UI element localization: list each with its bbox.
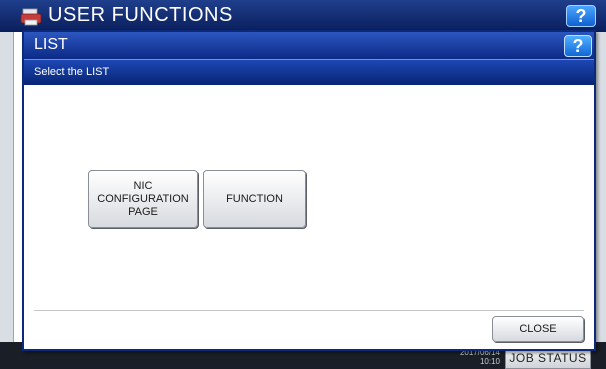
function-button[interactable]: FUNCTION	[203, 170, 306, 228]
background-help-button[interactable]: ?	[566, 5, 596, 27]
help-button[interactable]: ?	[564, 35, 592, 57]
divider	[34, 310, 584, 311]
background-header: USER FUNCTIONS ?	[0, 0, 606, 32]
screen: USER FUNCTIONS ? 2017/06/14 10:10 JOB ST…	[0, 0, 606, 369]
background-left-panel	[0, 32, 14, 342]
background-title: USER FUNCTIONS	[48, 4, 233, 26]
time-text: 10:10	[479, 357, 500, 366]
close-button[interactable]: CLOSE	[492, 316, 584, 342]
nic-configuration-page-button[interactable]: NIC CONFIGURATION PAGE	[88, 170, 198, 228]
dialog-title: LIST	[34, 36, 68, 53]
dialog-instruction-bar: Select the LIST	[24, 59, 594, 85]
dialog-instruction: Select the LIST	[34, 66, 110, 78]
list-dialog: LIST ? Select the LIST NIC CONFIGURATION…	[22, 30, 596, 351]
dialog-title-bar: LIST ?	[24, 32, 594, 59]
printer-icon	[20, 8, 42, 26]
